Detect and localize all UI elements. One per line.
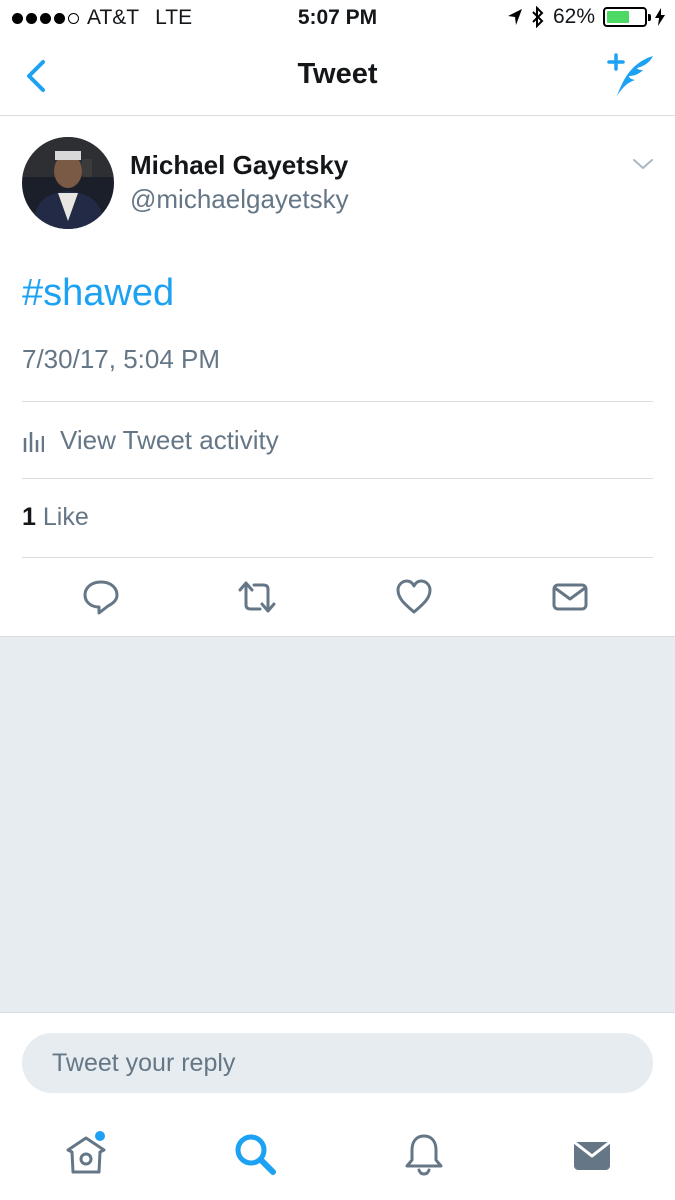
divider [22,478,653,479]
retweet-icon[interactable] [238,578,276,616]
likes-count: 1 [22,503,36,531]
chevron-down-icon [633,159,653,170]
page-title: Tweet [297,58,378,90]
tab-bar [0,1108,675,1200]
compose-tweet-icon [607,53,653,96]
battery-icon [603,7,651,27]
likes-label: Like [42,503,89,531]
status-right: 62% [507,5,665,29]
reply-icon[interactable] [82,578,120,616]
tweet-menu-button[interactable] [631,156,655,172]
messages-icon[interactable] [568,1130,616,1178]
view-tweet-activity-label: View Tweet activity [60,424,279,455]
nav-bar: Tweet [0,38,675,116]
bluetooth-icon [532,6,544,28]
status-bar: AT&T LTE 5:07 PM 62% [0,0,675,38]
battery-percent: 62% [552,5,595,28]
avatar[interactable] [22,137,114,229]
charging-bolt-icon [655,8,665,26]
like-icon[interactable] [395,578,433,616]
battery-level-fill [607,11,630,23]
new-tweets-indicator [95,1131,105,1141]
tweet-timestamp: 7/30/17, 5:04 PM [22,344,221,374]
author-name[interactable]: Michael Gayetsky [130,150,348,181]
analytics-icon [23,432,44,452]
tweet-hashtag[interactable]: #shawed [22,272,174,315]
avatar-image [22,137,114,229]
compose-tweet-button[interactable] [605,52,657,100]
divider [22,401,653,402]
likes-count-link[interactable]: 1 Like [22,503,89,532]
tweet-actions [0,558,675,636]
home-icon[interactable] [62,1130,110,1178]
author-handle[interactable]: @michaelgayetsky [130,184,349,215]
notifications-icon[interactable] [400,1130,448,1178]
view-tweet-activity-button[interactable]: View Tweet activity [22,403,653,477]
location-arrow-icon [507,9,522,25]
search-icon[interactable] [231,1130,279,1178]
empty-replies-area [0,636,675,1012]
reply-bar [0,1012,675,1108]
direct-message-icon[interactable] [551,578,589,616]
tweet-reply-input[interactable] [22,1033,653,1093]
